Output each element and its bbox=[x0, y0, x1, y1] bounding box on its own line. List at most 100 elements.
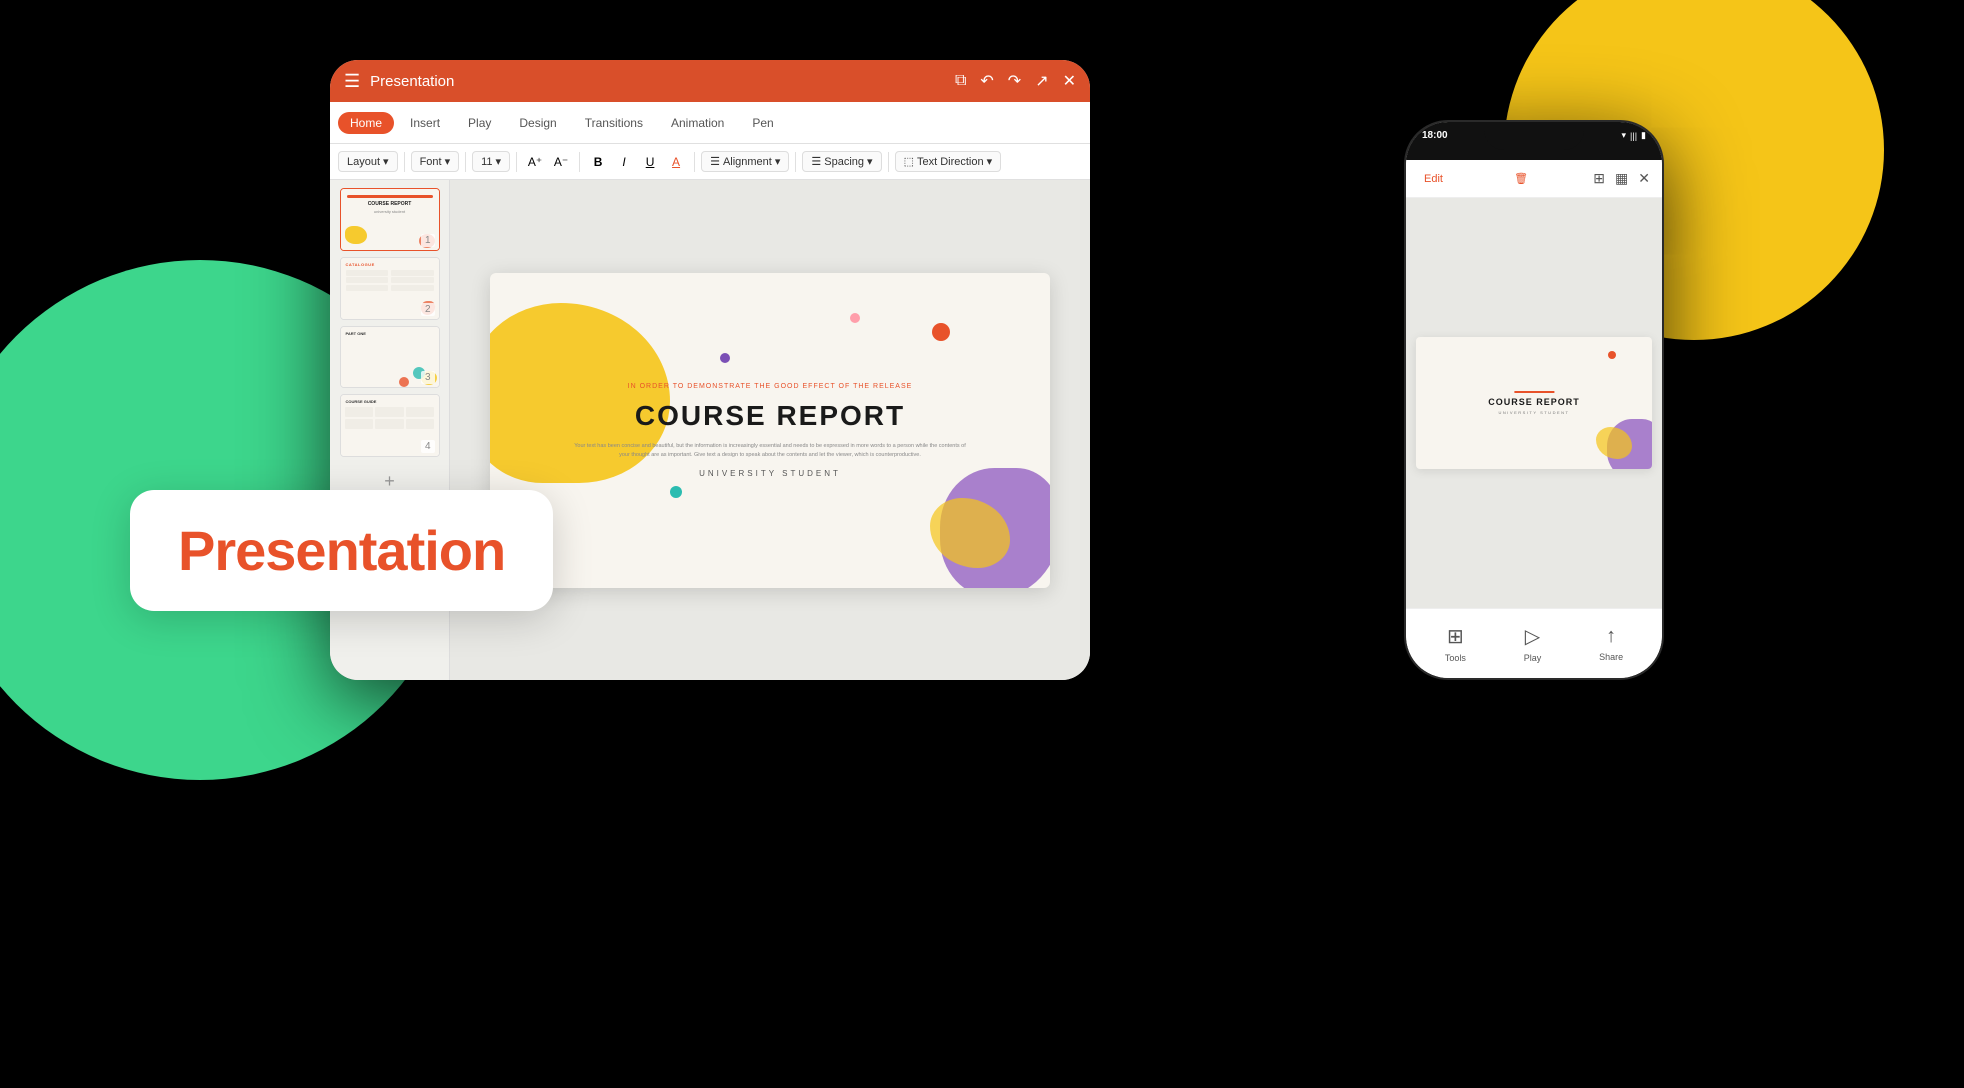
presentation-label-text: Presentation bbox=[178, 519, 505, 582]
tab-pen[interactable]: Pen bbox=[740, 112, 785, 134]
italic-btn[interactable]: I bbox=[612, 150, 636, 174]
wifi-icon: ▾ bbox=[1622, 130, 1627, 141]
phone-tools-btn[interactable]: ⊞ Tools bbox=[1445, 624, 1466, 663]
thumb4-cell-2 bbox=[375, 407, 404, 417]
sep4 bbox=[579, 152, 580, 172]
spacing-chevron: ▾ bbox=[867, 155, 873, 168]
tab-play[interactable]: Play bbox=[456, 112, 503, 134]
tools-icon: ⊞ bbox=[1447, 624, 1464, 649]
font-color-btn[interactable]: A bbox=[664, 150, 688, 174]
phone-grid-icon[interactable]: ⊞ bbox=[1593, 170, 1605, 187]
tab-home[interactable]: Home bbox=[338, 112, 394, 134]
menu-icon[interactable]: ☰ bbox=[344, 71, 360, 92]
close-icon[interactable]: ✕ bbox=[1063, 71, 1076, 91]
slide-number-1: 1 bbox=[421, 234, 435, 247]
titlebar-icons: ⧉ ↶ ↷ ↗ ✕ bbox=[955, 71, 1076, 91]
phone-status-icons: ▾ ||| ▮ bbox=[1622, 130, 1647, 141]
main-slide-area[interactable]: IN ORDER TO DEMONSTRATE THE GOOD EFFECT … bbox=[450, 180, 1090, 680]
phone-slide-area[interactable]: COURSE REPORT UNIVERSITY STUDENT bbox=[1406, 198, 1662, 608]
increase-font-btn[interactable]: A⁺ bbox=[523, 150, 547, 174]
phone-time: 18:00 bbox=[1422, 130, 1448, 141]
phone-layout-icon[interactable]: ▦ bbox=[1615, 170, 1628, 187]
thumb1-title: COURSE REPORT bbox=[347, 201, 433, 207]
slide-text-area: IN ORDER TO DEMONSTRATE THE GOOD EFFECT … bbox=[574, 382, 966, 478]
phone-toolbar-icons: ⊞ ▦ ✕ bbox=[1593, 170, 1650, 187]
presentation-label: Presentation bbox=[130, 490, 553, 611]
slide-dot-orange bbox=[932, 323, 950, 341]
share-icon[interactable]: ↗ bbox=[1035, 71, 1048, 91]
slide-thumb-2[interactable]: CATALOGUE 2 bbox=[340, 257, 440, 320]
slide-thumb-1[interactable]: COURSE REPORT university student 1 bbox=[340, 188, 440, 251]
play-icon: ▷ bbox=[1525, 624, 1540, 649]
slide-number-2: 2 bbox=[421, 303, 435, 316]
thumb4-cell-4 bbox=[345, 419, 374, 429]
thumb4-cell-1 bbox=[345, 407, 374, 417]
size-chevron: ▾ bbox=[496, 155, 502, 168]
slide-number-4: 4 bbox=[421, 440, 435, 453]
layout-chevron: ▾ bbox=[383, 155, 389, 168]
text-direction-dropdown[interactable]: ⬚ Text Direction ▾ bbox=[895, 151, 1002, 172]
text-direction-label: Text Direction bbox=[917, 156, 984, 168]
phone-slide-canvas: COURSE REPORT UNIVERSITY STUDENT bbox=[1416, 337, 1652, 470]
sep7 bbox=[888, 152, 889, 172]
phone-edit-btn[interactable]: Edit bbox=[1418, 169, 1449, 189]
sep6 bbox=[795, 152, 796, 172]
align-icon: ☰ bbox=[710, 155, 720, 168]
share-label: Share bbox=[1599, 652, 1623, 662]
alignment-dropdown[interactable]: ☰ Alignment ▾ bbox=[701, 151, 789, 172]
decrease-font-btn[interactable]: A⁻ bbox=[549, 150, 573, 174]
sep2 bbox=[465, 152, 466, 172]
layout-label: Layout bbox=[347, 156, 380, 168]
tab-transitions[interactable]: Transitions bbox=[573, 112, 655, 134]
thumb3-title: PART ONE bbox=[346, 331, 366, 336]
undo-icon[interactable]: ↶ bbox=[980, 71, 993, 91]
text-dir-icon: ⬚ bbox=[904, 155, 914, 168]
thumb3-s3 bbox=[399, 377, 409, 387]
slide-student-label: UNIVERSITY STUDENT bbox=[574, 469, 966, 478]
tablet-titlebar: ☰ Presentation ⧉ ↶ ↷ ↗ ✕ bbox=[330, 60, 1090, 102]
battery-icon: ▮ bbox=[1641, 130, 1646, 141]
phone-share-btn[interactable]: ↑ Share bbox=[1599, 625, 1623, 662]
redo-icon[interactable]: ↷ bbox=[1008, 71, 1021, 91]
font-size-label: 11 bbox=[481, 156, 492, 168]
phone-screen: 18:00 ▾ ||| ▮ Edit 🗑 ⊞ ▦ ✕ bbox=[1406, 122, 1662, 678]
phone-device: 18:00 ▾ ||| ▮ Edit 🗑 ⊞ ▦ ✕ bbox=[1404, 120, 1664, 680]
slide-number-3: 3 bbox=[421, 371, 435, 384]
layout-dropdown[interactable]: Layout ▾ bbox=[338, 151, 398, 172]
slide-dot-teal bbox=[670, 486, 682, 498]
sep1 bbox=[404, 152, 405, 172]
ps-slide-title: COURSE REPORT bbox=[1451, 397, 1616, 407]
play-label: Play bbox=[1524, 653, 1542, 663]
slide-dot-pink bbox=[850, 313, 860, 323]
phone-bottom-bar: ⊞ Tools ▷ Play ↑ Share bbox=[1406, 608, 1662, 678]
phone-close-icon[interactable]: ✕ bbox=[1638, 170, 1650, 187]
phone-play-btn[interactable]: ▷ Play bbox=[1524, 624, 1542, 663]
ps-text-area: COURSE REPORT UNIVERSITY STUDENT bbox=[1451, 391, 1616, 415]
spacing-dropdown[interactable]: ☰ Spacing ▾ bbox=[802, 151, 881, 172]
thumb1-orange-bar bbox=[347, 195, 433, 198]
slide-main-title[interactable]: COURSE REPORT bbox=[574, 400, 966, 432]
thumb4-cell-5 bbox=[375, 419, 404, 429]
font-dropdown[interactable]: Font ▾ bbox=[411, 151, 460, 172]
thumb2-content bbox=[346, 270, 434, 291]
font-chevron: ▾ bbox=[445, 155, 451, 168]
slide-dot-purple bbox=[720, 353, 730, 363]
slide-thumb-3[interactable]: PART ONE 3 bbox=[340, 326, 440, 389]
slide-canvas: IN ORDER TO DEMONSTRATE THE GOOD EFFECT … bbox=[490, 273, 1050, 588]
screen-icon[interactable]: ⧉ bbox=[955, 72, 966, 90]
font-size-dropdown[interactable]: 11 ▾ bbox=[472, 151, 510, 172]
phone-delete-btn[interactable]: 🗑 bbox=[1508, 168, 1534, 189]
tab-design[interactable]: Design bbox=[507, 112, 568, 134]
thumb1-shape-yellow bbox=[345, 226, 367, 244]
bold-btn[interactable]: B bbox=[586, 150, 610, 174]
spacing-icon: ☰ bbox=[811, 155, 821, 168]
phone-notch-area: 18:00 ▾ ||| ▮ bbox=[1406, 122, 1662, 160]
font-label: Font bbox=[420, 156, 442, 168]
tab-animation[interactable]: Animation bbox=[659, 112, 736, 134]
underline-btn[interactable]: U bbox=[638, 150, 662, 174]
slide-thumb-4[interactable]: COURSE GUIDE 4 bbox=[340, 394, 440, 457]
text-dir-chevron: ▾ bbox=[987, 155, 993, 168]
share-icon-bottom: ↑ bbox=[1606, 625, 1616, 648]
tab-insert[interactable]: Insert bbox=[398, 112, 452, 134]
sep3 bbox=[516, 152, 517, 172]
